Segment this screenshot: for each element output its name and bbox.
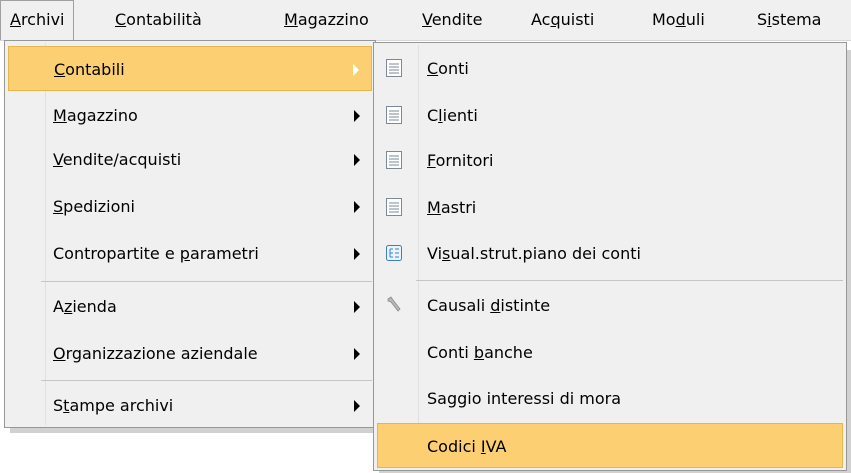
menu-item-conti-banche[interactable]: Conti banche <box>377 330 843 375</box>
tree-icon <box>386 245 402 261</box>
menu-item-organizzazione[interactable]: Organizzazione aziendale <box>8 331 372 376</box>
submenu-arrow-icon <box>354 154 360 166</box>
menu-item-label: Magazzino <box>53 106 138 125</box>
menu-item-conti[interactable]: Conti <box>377 46 843 91</box>
menu-item-label: Causali distinte <box>427 296 551 315</box>
menu-item-label: Azienda <box>53 297 117 316</box>
menu-moduli[interactable]: Moduli <box>643 0 714 40</box>
menu-item-label: Spedizioni <box>53 197 135 216</box>
menu-item-stampe-archivi[interactable]: Stampe archivi <box>8 383 372 428</box>
menu-item-causali-distinte[interactable]: Causali distinte <box>377 283 843 328</box>
menu-item-label: Stampe archivi <box>53 396 174 415</box>
list-icon <box>386 198 402 216</box>
menu-item-saggio-interessi[interactable]: Saggio interessi di mora <box>377 376 843 421</box>
menu-archivi[interactable]: Archivi <box>0 0 75 40</box>
menu-item-label: Visual.strut.piano dei conti <box>427 244 641 263</box>
menu-item-label: Organizzazione aziendale <box>53 344 258 363</box>
submenu-arrow-icon <box>354 348 360 360</box>
menu-separator <box>41 281 372 282</box>
contabili-submenu: Conti Clienti Fornitori Mastri Visual.st… <box>373 42 847 471</box>
menu-item-magazzino[interactable]: Magazzino <box>8 93 372 138</box>
menu-item-contropartite[interactable]: Contropartite e parametri <box>8 231 372 276</box>
menu-separator <box>41 380 372 381</box>
menu-item-spedizioni[interactable]: Spedizioni <box>8 184 372 229</box>
submenu-arrow-icon <box>353 64 359 76</box>
menu-item-azienda[interactable]: Azienda <box>8 284 372 329</box>
menu-item-label: Saggio interessi di mora <box>427 389 622 408</box>
menu-item-label: Contropartite e parametri <box>53 244 259 263</box>
menu-item-visual-strut[interactable]: Visual.strut.piano dei conti <box>377 231 843 276</box>
menu-contabilita[interactable]: Contabilità <box>106 0 211 40</box>
submenu-arrow-icon <box>354 201 360 213</box>
menu-item-label: Clienti <box>427 106 478 125</box>
archivi-dropdown: Contabili Magazzino Vendite/acquisti Spe… <box>4 40 376 428</box>
submenu-arrow-icon <box>354 400 360 412</box>
submenu-arrow-icon <box>354 110 360 122</box>
list-icon <box>386 59 402 77</box>
menu-bar: Archivi Contabilità Magazzino Vendite Ac… <box>0 0 851 41</box>
menu-vendite[interactable]: Vendite <box>413 0 491 40</box>
submenu-arrow-icon <box>354 301 360 313</box>
menu-magazzino[interactable]: Magazzino <box>275 0 378 40</box>
list-icon <box>386 106 402 124</box>
menu-acquisti[interactable]: Acquisti <box>522 0 603 40</box>
menu-item-label: Contabili <box>54 60 125 79</box>
menu-item-label: Codici IVA <box>427 437 507 456</box>
menu-item-clienti[interactable]: Clienti <box>377 93 843 138</box>
wrench-icon <box>387 296 401 312</box>
menu-item-label: Fornitori <box>427 151 494 170</box>
submenu-arrow-icon <box>354 248 360 260</box>
menu-item-label: Conti <box>427 59 469 78</box>
menu-item-label: Conti banche <box>427 343 533 362</box>
menu-item-contabili[interactable]: Contabili <box>8 46 372 91</box>
menu-item-label: Mastri <box>427 198 477 217</box>
menu-item-label: Vendite/acquisti <box>53 150 182 169</box>
menu-separator <box>416 280 843 281</box>
menu-item-fornitori[interactable]: Fornitori <box>377 138 843 183</box>
menu-sistema[interactable]: Sistema <box>748 0 830 40</box>
menu-item-mastri[interactable]: Mastri <box>377 185 843 230</box>
menu-item-codici-iva[interactable]: Codici IVA <box>377 423 843 468</box>
list-icon <box>386 151 402 169</box>
menu-item-vendite-acquisti[interactable]: Vendite/acquisti <box>8 137 372 182</box>
